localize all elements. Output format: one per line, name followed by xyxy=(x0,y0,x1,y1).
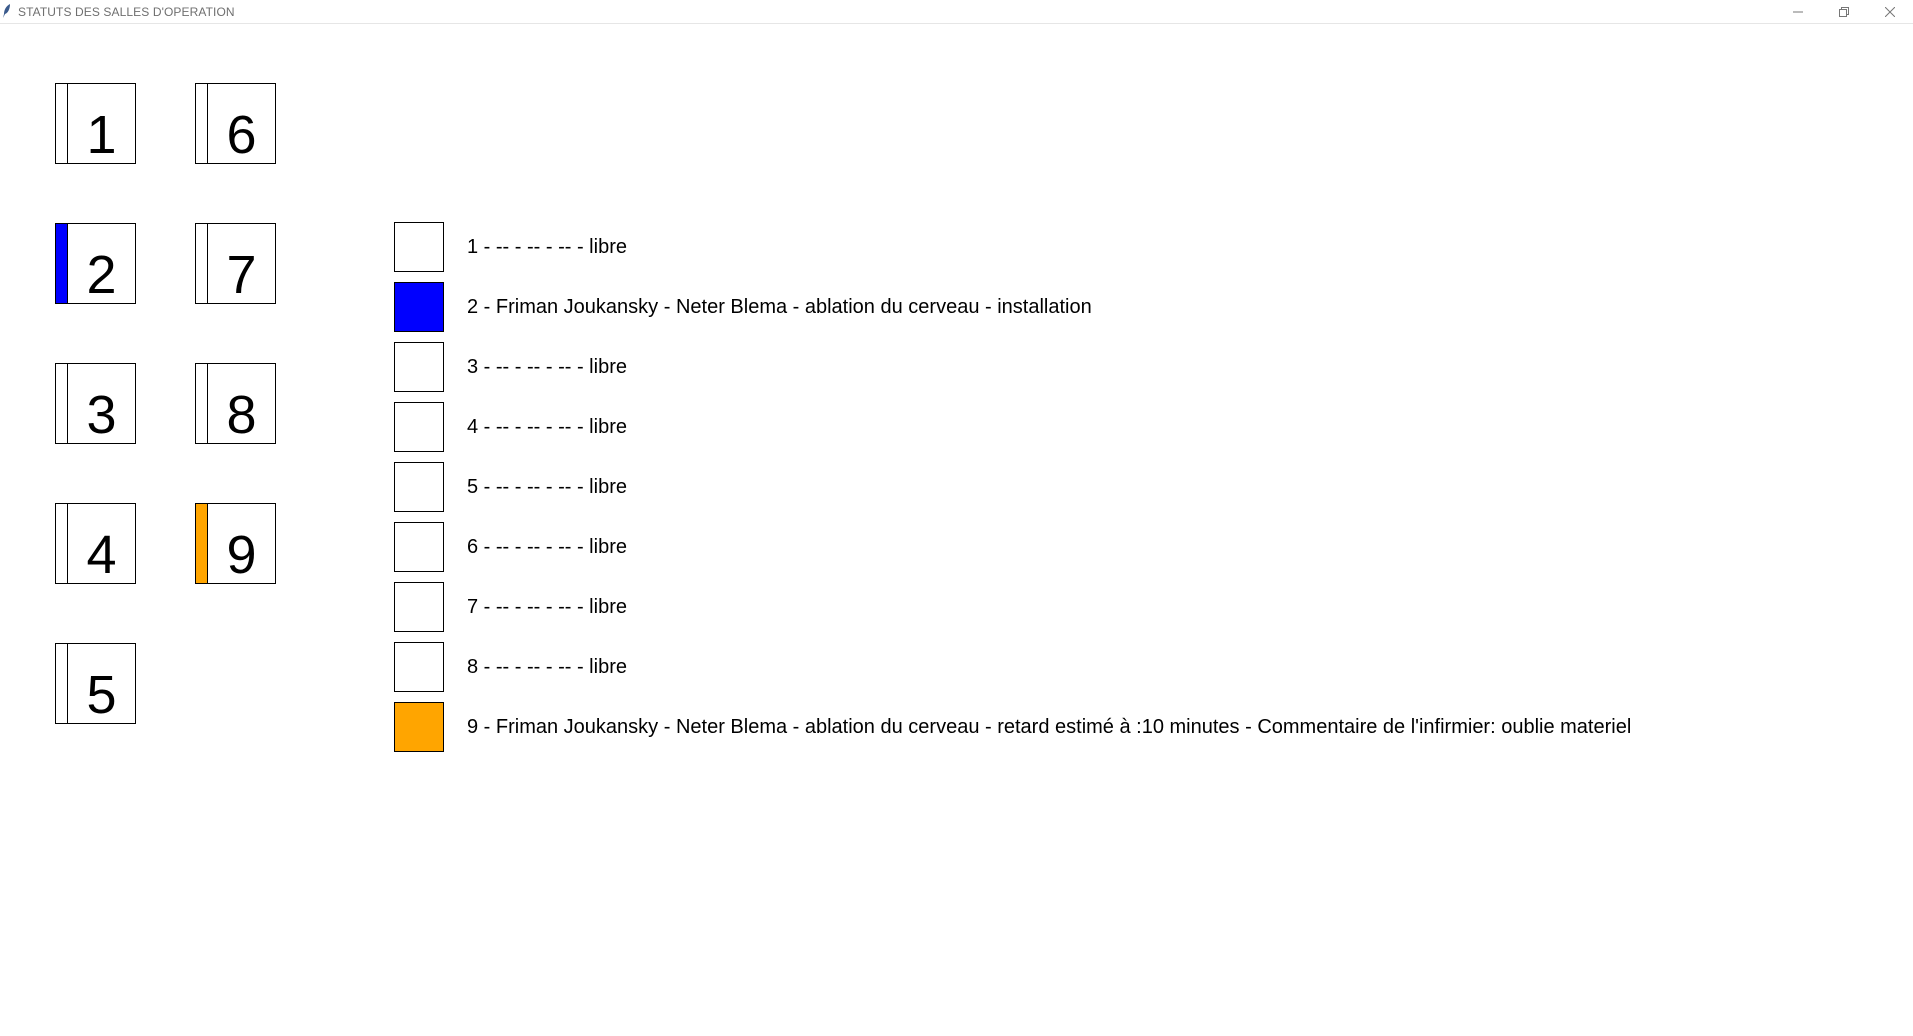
status-row-3: 3 - -- - -- - -- - libre xyxy=(394,342,1844,392)
status-swatch xyxy=(394,522,444,572)
room-number: 2 xyxy=(86,245,117,305)
room-number: 5 xyxy=(86,665,117,725)
room-status-strip xyxy=(196,84,208,163)
status-row-2: 2 - Friman Joukansky - Neter Blema - abl… xyxy=(394,282,1844,332)
room-number: 8 xyxy=(226,385,257,445)
room-status-strip xyxy=(56,644,68,723)
room-status-strip xyxy=(196,224,208,303)
restore-button[interactable] xyxy=(1821,0,1867,24)
room-tile-7: 7 xyxy=(195,223,276,304)
status-text: 2 - Friman Joukansky - Neter Blema - abl… xyxy=(467,296,1092,318)
status-swatch xyxy=(394,222,444,272)
status-row-5: 5 - -- - -- - -- - libre xyxy=(394,462,1844,512)
feather-icon xyxy=(3,4,10,18)
minimize-button[interactable] xyxy=(1775,0,1821,24)
status-text: 8 - -- - -- - -- - libre xyxy=(467,656,627,678)
room-tile-6: 6 xyxy=(195,83,276,164)
room-number: 1 xyxy=(86,105,117,165)
status-text: 7 - -- - -- - -- - libre xyxy=(467,596,627,618)
status-row-8: 8 - -- - -- - -- - libre xyxy=(394,642,1844,692)
title-bar: STATUTS DES SALLES D'OPERATION xyxy=(0,0,1913,24)
status-row-6: 6 - -- - -- - -- - libre xyxy=(394,522,1844,572)
status-swatch xyxy=(394,282,444,332)
room-tile-3: 3 xyxy=(55,363,136,444)
restore-icon xyxy=(1839,7,1849,17)
status-row-1: 1 - -- - -- - -- - libre xyxy=(394,222,1844,272)
room-tile-2: 2 xyxy=(55,223,136,304)
status-swatch xyxy=(394,342,444,392)
status-text: 5 - -- - -- - -- - libre xyxy=(467,476,627,498)
status-swatch xyxy=(394,702,444,752)
status-text: 1 - -- - -- - -- - libre xyxy=(467,236,627,258)
close-button[interactable] xyxy=(1867,0,1913,24)
room-status-strip xyxy=(56,364,68,443)
room-status-strip xyxy=(56,224,68,303)
room-number: 6 xyxy=(226,105,257,165)
status-text: 6 - -- - -- - -- - libre xyxy=(467,536,627,558)
room-tile-5: 5 xyxy=(55,643,136,724)
status-row-4: 4 - -- - -- - -- - libre xyxy=(394,402,1844,452)
minimize-icon xyxy=(1793,11,1803,13)
room-number: 7 xyxy=(226,245,257,305)
status-text: 3 - -- - -- - -- - libre xyxy=(467,356,627,378)
status-swatch xyxy=(394,582,444,632)
room-status-strip xyxy=(196,504,208,583)
status-row-7: 7 - -- - -- - -- - libre xyxy=(394,582,1844,632)
room-tile-4: 4 xyxy=(55,503,136,584)
room-tile-9: 9 xyxy=(195,503,276,584)
status-swatch xyxy=(394,642,444,692)
room-number: 3 xyxy=(86,385,117,445)
close-icon xyxy=(1885,7,1895,17)
status-text: 9 - Friman Joukansky - Neter Blema - abl… xyxy=(467,716,1632,738)
status-text: 4 - -- - -- - -- - libre xyxy=(467,416,627,438)
status-row-9: 9 - Friman Joukansky - Neter Blema - abl… xyxy=(394,702,1844,752)
room-status-strip xyxy=(56,84,68,163)
room-number: 9 xyxy=(226,525,257,585)
room-tile-1: 1 xyxy=(55,83,136,164)
window-title: STATUTS DES SALLES D'OPERATION xyxy=(18,5,235,19)
status-swatch xyxy=(394,402,444,452)
room-tile-8: 8 xyxy=(195,363,276,444)
room-number: 4 xyxy=(86,525,117,585)
room-status-strip xyxy=(56,504,68,583)
room-status-strip xyxy=(196,364,208,443)
status-swatch xyxy=(394,462,444,512)
